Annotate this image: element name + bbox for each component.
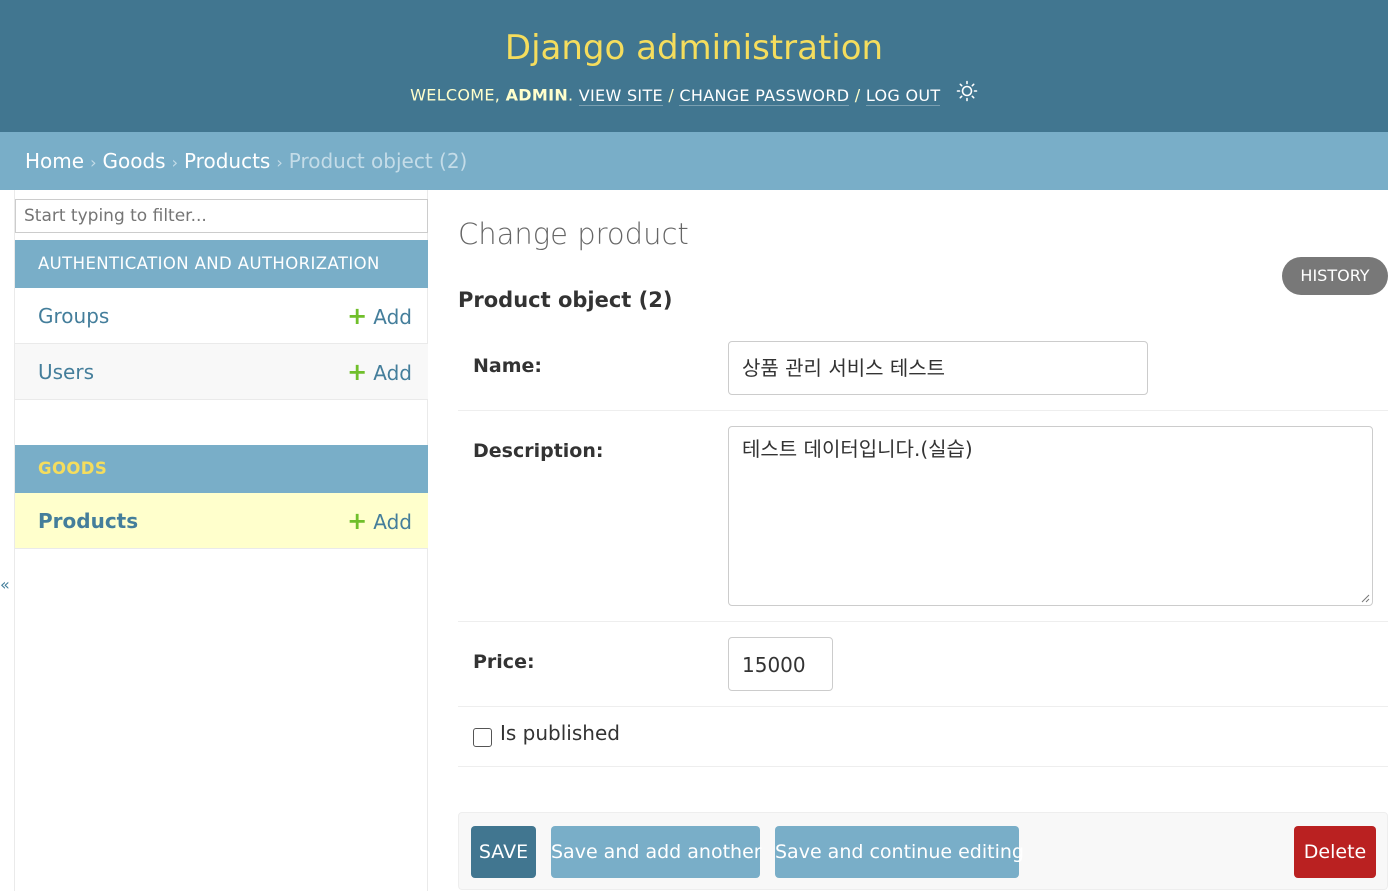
is-published-label[interactable]: Is published <box>500 721 620 745</box>
nav-sidebar: Authentication and Authorization Groups … <box>14 190 428 891</box>
sidebar-item-groups: Groups + Add <box>15 288 428 344</box>
sidebar-item-products: Products + Add <box>15 493 428 549</box>
name-label: Name: <box>473 355 543 377</box>
app-caption-goods[interactable]: Goods <box>15 445 428 493</box>
object-title: Product object (2) <box>458 288 673 312</box>
add-users-link[interactable]: + Add <box>347 344 412 401</box>
description-label: Description: <box>473 440 604 462</box>
site-name[interactable]: Django administration <box>0 26 1388 70</box>
page-title: Change product <box>458 217 689 251</box>
name-input[interactable]: 상품 관리 서비스 테스트 <box>728 341 1148 395</box>
save-button[interactable]: SAVE <box>471 826 536 878</box>
header: Django administration Welcome, admin. Vi… <box>0 0 1388 132</box>
plus-icon: + <box>347 507 368 535</box>
change-password-link[interactable]: Change password <box>679 85 850 106</box>
model-link-products[interactable]: Products <box>38 493 138 549</box>
view-site-link[interactable]: View site <box>578 85 663 106</box>
save-and-add-another-button[interactable]: Save and add another <box>551 826 762 878</box>
breadcrumb-home[interactable]: Home <box>25 149 84 173</box>
form-row-description: Description: 테스트 데이터입니다.(실습) <box>458 411 1388 622</box>
breadcrumb-current: Product object (2) <box>288 149 468 173</box>
log-out-link[interactable]: Log out <box>865 85 941 106</box>
price-label: Price: <box>473 651 535 673</box>
resize-handle-icon[interactable] <box>1360 593 1370 603</box>
welcome-text: Welcome, <box>410 85 501 105</box>
form-row-is-published: Is published <box>458 707 1388 767</box>
submit-row: SAVE Save and add another Save and conti… <box>458 812 1388 890</box>
form-row-price: Price: 15000 <box>458 622 1388 707</box>
breadcrumb-goods[interactable]: Goods <box>102 149 165 173</box>
history-button[interactable]: History <box>1282 257 1388 295</box>
username: admin <box>505 85 569 105</box>
model-link-users[interactable]: Users <box>38 344 94 400</box>
form-row-name: Name: 상품 관리 서비스 테스트 <box>458 326 1388 411</box>
app-caption-auth[interactable]: Authentication and Authorization <box>15 240 428 288</box>
description-textarea[interactable]: 테스트 데이터입니다.(실습) <box>728 426 1373 606</box>
add-products-link[interactable]: + Add <box>347 493 412 550</box>
breadcrumb-separator: › <box>171 153 178 172</box>
sun-icon[interactable] <box>956 80 978 108</box>
sidebar-item-users: Users + Add <box>15 344 428 400</box>
sidebar-toggle[interactable]: « <box>0 575 10 594</box>
breadcrumb-products[interactable]: Products <box>184 149 270 173</box>
is-published-checkbox[interactable] <box>473 728 492 747</box>
add-groups-link[interactable]: + Add <box>347 288 412 345</box>
plus-icon: + <box>347 302 368 330</box>
nav-filter-input[interactable] <box>15 199 428 233</box>
user-tools: Welcome, admin. View site / Change passw… <box>0 80 1388 108</box>
delete-button[interactable]: Delete <box>1294 826 1376 878</box>
breadcrumb-separator: › <box>276 153 283 172</box>
price-input[interactable]: 15000 <box>728 637 833 691</box>
breadcrumb: Home › Goods › Products › Product object (2) <box>0 132 1388 190</box>
description-value: 테스트 데이터입니다.(실습) <box>742 437 973 461</box>
breadcrumb-separator: › <box>90 153 97 172</box>
save-and-continue-button[interactable]: Save and continue editing <box>775 826 1024 878</box>
plus-icon: + <box>347 358 368 386</box>
model-link-groups[interactable]: Groups <box>38 288 109 344</box>
